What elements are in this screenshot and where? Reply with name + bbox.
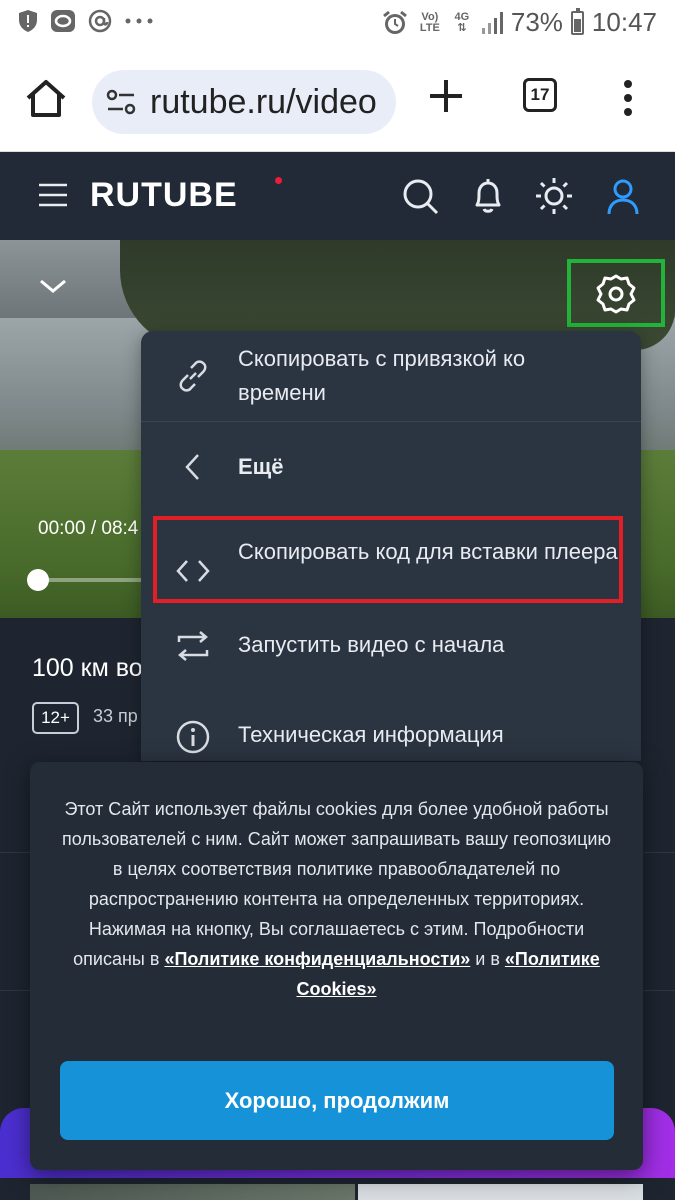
user-icon [607, 179, 639, 215]
cookie-and-text: и в [470, 949, 505, 969]
network-label: 4G ⇅ [451, 10, 473, 34]
chevron-down-icon [40, 279, 66, 293]
profile-button[interactable] [603, 176, 643, 216]
age-rating-badge: 12+ [32, 702, 79, 734]
status-bar: Vo) LTE 4G ⇅ 73% 10:47 [0, 0, 675, 46]
video-title[interactable]: 100 км во [32, 654, 143, 683]
logo-dot [275, 177, 282, 184]
status-left-icons [18, 9, 154, 33]
sun-icon [536, 178, 572, 214]
time-display: 00:00 / 08:4 [38, 518, 138, 540]
bell-icon [475, 179, 501, 213]
battery-icon [570, 7, 584, 35]
view-count: 33 пр [93, 706, 138, 726]
more-dots-icon [124, 17, 154, 25]
battery-percent: 73% [510, 7, 563, 37]
menu-label: Скопировать с привязкой ко времени [238, 346, 526, 405]
embed-code-highlight-box [153, 516, 623, 603]
ring-icon [50, 9, 76, 33]
at-icon [88, 9, 112, 33]
shield-icon [18, 9, 38, 33]
menu-item-restart-video[interactable]: Запустить видео с начала [141, 603, 641, 683]
thumbnail[interactable] [30, 1184, 355, 1200]
signal-icon [481, 11, 503, 35]
site-logo[interactable]: RUTUBE [90, 176, 238, 215]
privacy-policy-link[interactable]: «Политике конфиденциальности» [164, 949, 470, 969]
cookie-text: Этот Сайт использует файлы cookies для б… [56, 794, 617, 1004]
menu-label: Запустить видео с начала [238, 632, 505, 657]
site-header: RUTUBE [0, 152, 675, 240]
volte-label: Vo) LTE [419, 10, 440, 34]
progress-knob[interactable] [27, 569, 49, 591]
time-separator: / [90, 518, 97, 539]
status-time: 10:47 [591, 7, 657, 37]
url-bar[interactable]: rutube.ru/video [92, 70, 396, 134]
site-settings-icon[interactable] [106, 88, 136, 116]
chevron-left-icon [175, 449, 211, 485]
new-tab-button[interactable] [426, 76, 466, 116]
info-icon [175, 719, 211, 755]
menu-item-tech-info[interactable]: Техническая информация [141, 683, 641, 761]
accept-cookies-button[interactable]: Хорошо, продолжим [60, 1061, 614, 1140]
hamburger-icon [39, 183, 67, 207]
status-right-icons: Vo) LTE 4G ⇅ 73% 10:47 [381, 7, 657, 38]
url-text[interactable]: rutube.ru/video [150, 83, 377, 122]
data-arrows-icon: ⇅ [457, 21, 467, 34]
home-button[interactable] [24, 78, 68, 118]
time-current: 00:00 [38, 518, 86, 539]
tabs-button[interactable]: 17 [523, 78, 557, 112]
browser-menu-button[interactable] [620, 76, 636, 120]
player-settings-button[interactable] [594, 272, 638, 316]
cookie-main-text: Этот Сайт использует файлы cookies для б… [62, 799, 611, 969]
gear-icon [596, 274, 636, 314]
link-icon [175, 358, 211, 394]
search-icon [403, 179, 439, 215]
battery-fill [573, 18, 581, 32]
alarm-icon [381, 9, 409, 37]
cookie-consent-dialog: Этот Сайт использует файлы cookies для б… [30, 762, 643, 1170]
collapse-player-button[interactable] [38, 276, 68, 296]
plus-icon [430, 80, 462, 112]
menu-label: Ещё [238, 454, 284, 479]
theme-toggle-button[interactable] [534, 176, 574, 216]
notifications-button[interactable] [468, 176, 508, 216]
network-type: 4G [454, 10, 470, 23]
repeat-icon [175, 628, 211, 664]
thumbnail[interactable] [358, 1184, 643, 1200]
menu-item-copy-with-time[interactable]: Скопировать с привязкой ко времени [141, 331, 641, 421]
menu-label: Техническая информация [238, 722, 504, 747]
hamburger-menu-button[interactable] [38, 182, 68, 208]
home-icon [26, 80, 66, 117]
kebab-menu-icon [624, 80, 632, 116]
browser-toolbar: rutube.ru/video 17 [0, 46, 675, 152]
menu-item-more[interactable]: Ещё [141, 422, 641, 512]
time-total: 08:4 [101, 518, 139, 539]
search-button[interactable] [400, 176, 440, 216]
